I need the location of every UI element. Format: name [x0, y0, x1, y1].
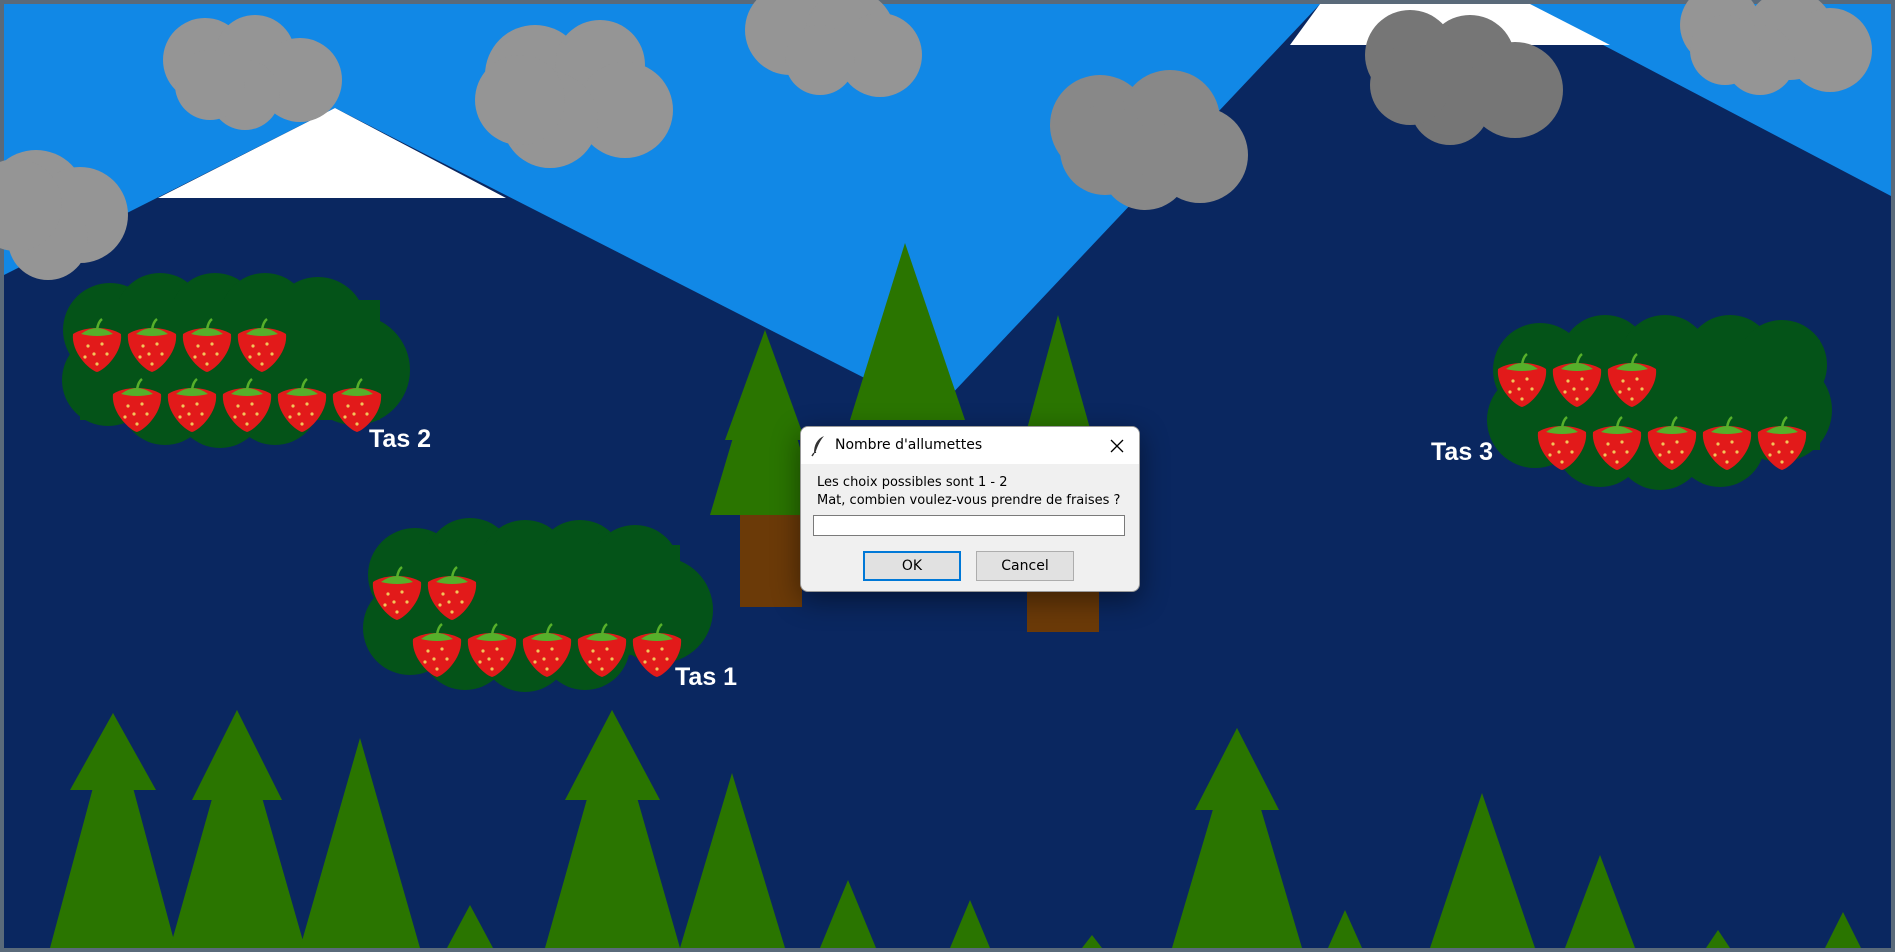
close-button[interactable] [1095, 427, 1139, 464]
dialog-title: Nombre d'allumettes [835, 437, 983, 453]
quantity-input[interactable] [813, 515, 1125, 536]
pile-label-tas-1: Tas 1 [675, 663, 738, 691]
dialog-message-line-2: Mat, combien voulez-vous prendre de frai… [817, 493, 1121, 508]
input-dialog: Nombre d'allumettes Les choix possibles … [800, 426, 1140, 592]
pile-label-tas-2: Tas 2 [369, 425, 432, 453]
dialog-titlebar[interactable]: Nombre d'allumettes [801, 427, 1139, 464]
pile-label-tas-3: Tas 3 [1431, 438, 1494, 466]
cancel-button[interactable]: Cancel [976, 551, 1074, 581]
dialog-message-line-1: Les choix possibles sont 1 - 2 [817, 475, 1008, 490]
close-icon [1110, 439, 1124, 452]
ok-button[interactable]: OK [863, 551, 961, 581]
feather-icon [811, 436, 824, 457]
cloud [1680, 0, 1872, 95]
tree-trunk [740, 515, 802, 607]
